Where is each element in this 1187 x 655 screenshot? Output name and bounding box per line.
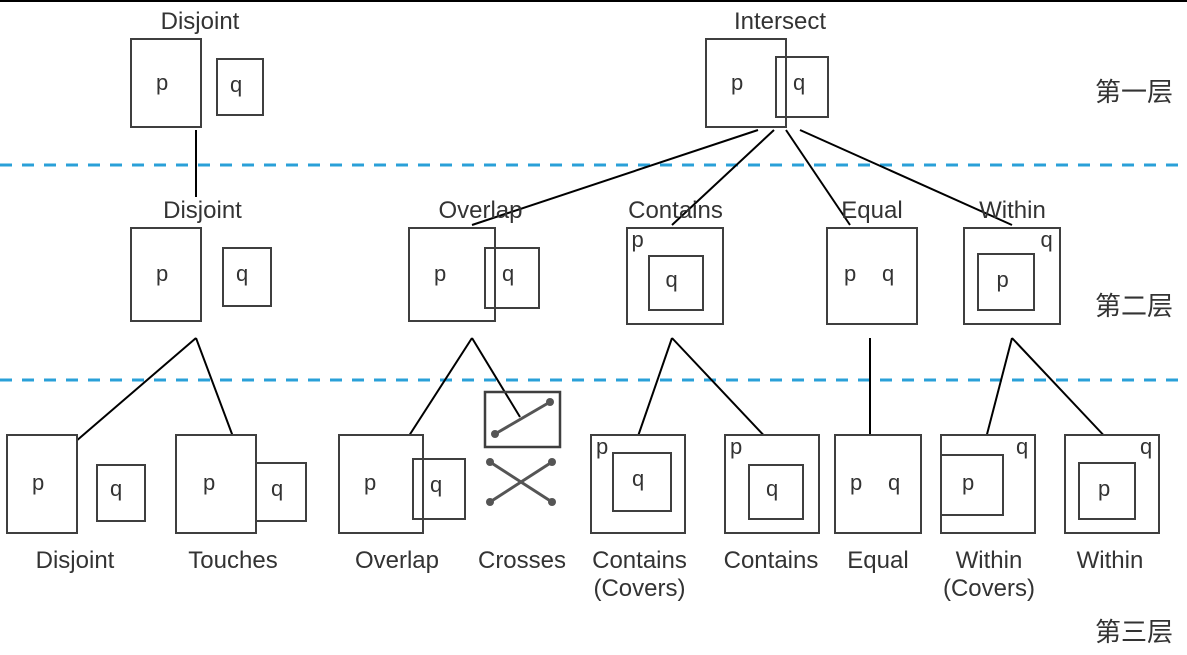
node-l2-contains: Contains p q: [618, 197, 733, 327]
label-l3-overlap: Overlap: [342, 547, 452, 575]
title-l1-intersect: Intersect: [705, 8, 855, 36]
layer1-label: 第一层: [1095, 72, 1173, 109]
label-l3-contains: Contains: [716, 547, 826, 575]
q-label: q: [882, 261, 894, 287]
p-label: p: [844, 261, 856, 287]
title-l2-disjoint: Disjoint: [130, 197, 275, 225]
node-l3-disjoint: p q: [6, 434, 151, 534]
node-l1-disjoint: Disjoint p q: [130, 8, 270, 133]
q-label: q: [888, 470, 900, 496]
p-label: p: [156, 261, 168, 287]
label-l3-touches: Touches: [178, 547, 288, 575]
label-l3-within: Within: [1060, 547, 1160, 575]
node-l2-overlap: Overlap p q: [408, 197, 553, 327]
label-l3-contains-covers: Contains (Covers): [582, 547, 697, 603]
q-label: q: [236, 261, 248, 287]
q-label: q: [430, 472, 442, 498]
p-label: p: [730, 434, 742, 460]
title-l2-overlap: Overlap: [408, 197, 553, 225]
node-l3-within-covers: q p: [938, 434, 1038, 534]
node-l2-equal: Equal p q: [822, 197, 922, 327]
q-label: q: [110, 476, 122, 502]
node-l3-overlap: p q: [338, 434, 473, 534]
p-label: p: [156, 70, 168, 96]
q-label: q: [271, 476, 283, 502]
p-label: p: [632, 227, 644, 253]
q-label: q: [766, 476, 778, 502]
p-label: p: [364, 470, 376, 496]
p-label: p: [32, 470, 44, 496]
p-label: p: [434, 261, 446, 287]
node-l3-within: q p: [1062, 434, 1162, 534]
label-l3-disjoint: Disjoint: [20, 547, 130, 575]
q-label: q: [230, 72, 242, 98]
p-label: p: [731, 70, 743, 96]
title-l1-disjoint: Disjoint: [130, 8, 270, 36]
node-l3-contains-covers: p q: [588, 434, 688, 534]
layer3-label: 第三层: [1095, 612, 1173, 649]
q-label: q: [1041, 227, 1053, 253]
title-l2-contains: Contains: [618, 197, 733, 225]
node-l3-equal: p q: [832, 434, 924, 534]
label-l3-crosses: Crosses: [472, 547, 572, 575]
q-label: q: [1140, 434, 1152, 460]
label-l3-equal: Equal: [838, 547, 918, 575]
diagram-stage: 第一层 第二层 第三层 Disjoint p q Intersect p q D…: [0, 0, 1187, 655]
layer2-label: 第二层: [1095, 286, 1173, 323]
title-l2-within: Within: [960, 197, 1065, 225]
node-l1-intersect: Intersect p q: [705, 8, 855, 133]
p-label: p: [203, 470, 215, 496]
p-label: p: [1098, 476, 1110, 502]
node-l3-touches: p q: [175, 434, 310, 534]
q-label: q: [502, 261, 514, 287]
p-label: p: [997, 267, 1009, 293]
p-label: p: [850, 470, 862, 496]
q-label: q: [1016, 434, 1028, 460]
node-l2-disjoint: Disjoint p q: [130, 197, 275, 327]
title-l2-equal: Equal: [822, 197, 922, 225]
p-label: p: [596, 434, 608, 460]
p-label: p: [962, 470, 974, 496]
q-label: q: [666, 267, 678, 293]
q-label: q: [632, 466, 644, 492]
q-label: q: [793, 70, 805, 96]
label-l3-within-covers: Within (Covers): [934, 547, 1044, 603]
node-l2-within: Within q p: [960, 197, 1065, 327]
node-l3-contains: p q: [722, 434, 822, 534]
